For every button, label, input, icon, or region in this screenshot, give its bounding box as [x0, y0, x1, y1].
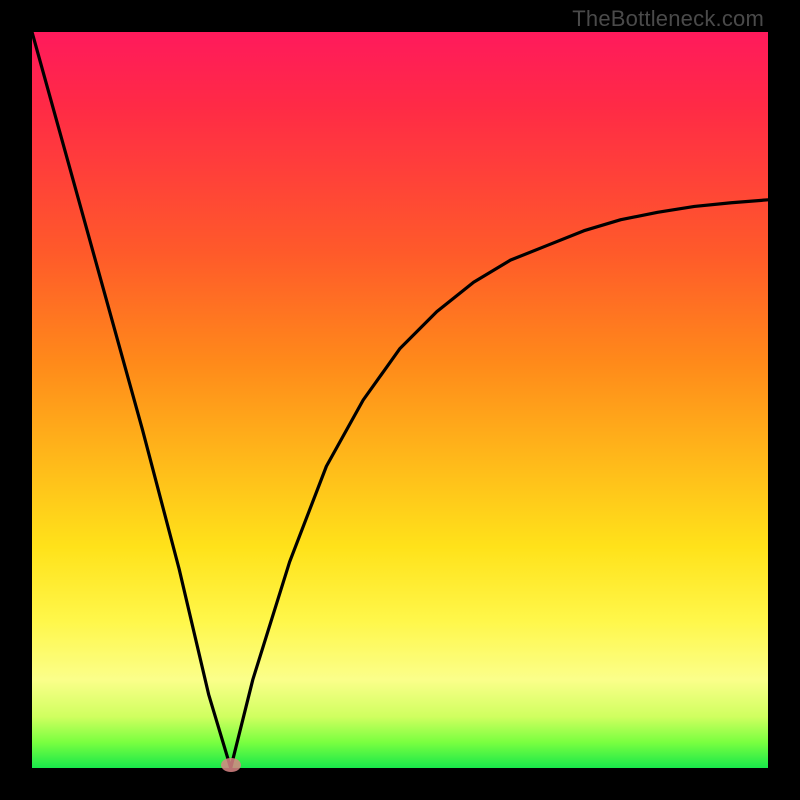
watermark-text: TheBottleneck.com — [572, 6, 764, 32]
chart-frame: TheBottleneck.com — [0, 0, 800, 800]
bottleneck-curve — [32, 32, 768, 768]
optimal-marker — [221, 758, 241, 772]
